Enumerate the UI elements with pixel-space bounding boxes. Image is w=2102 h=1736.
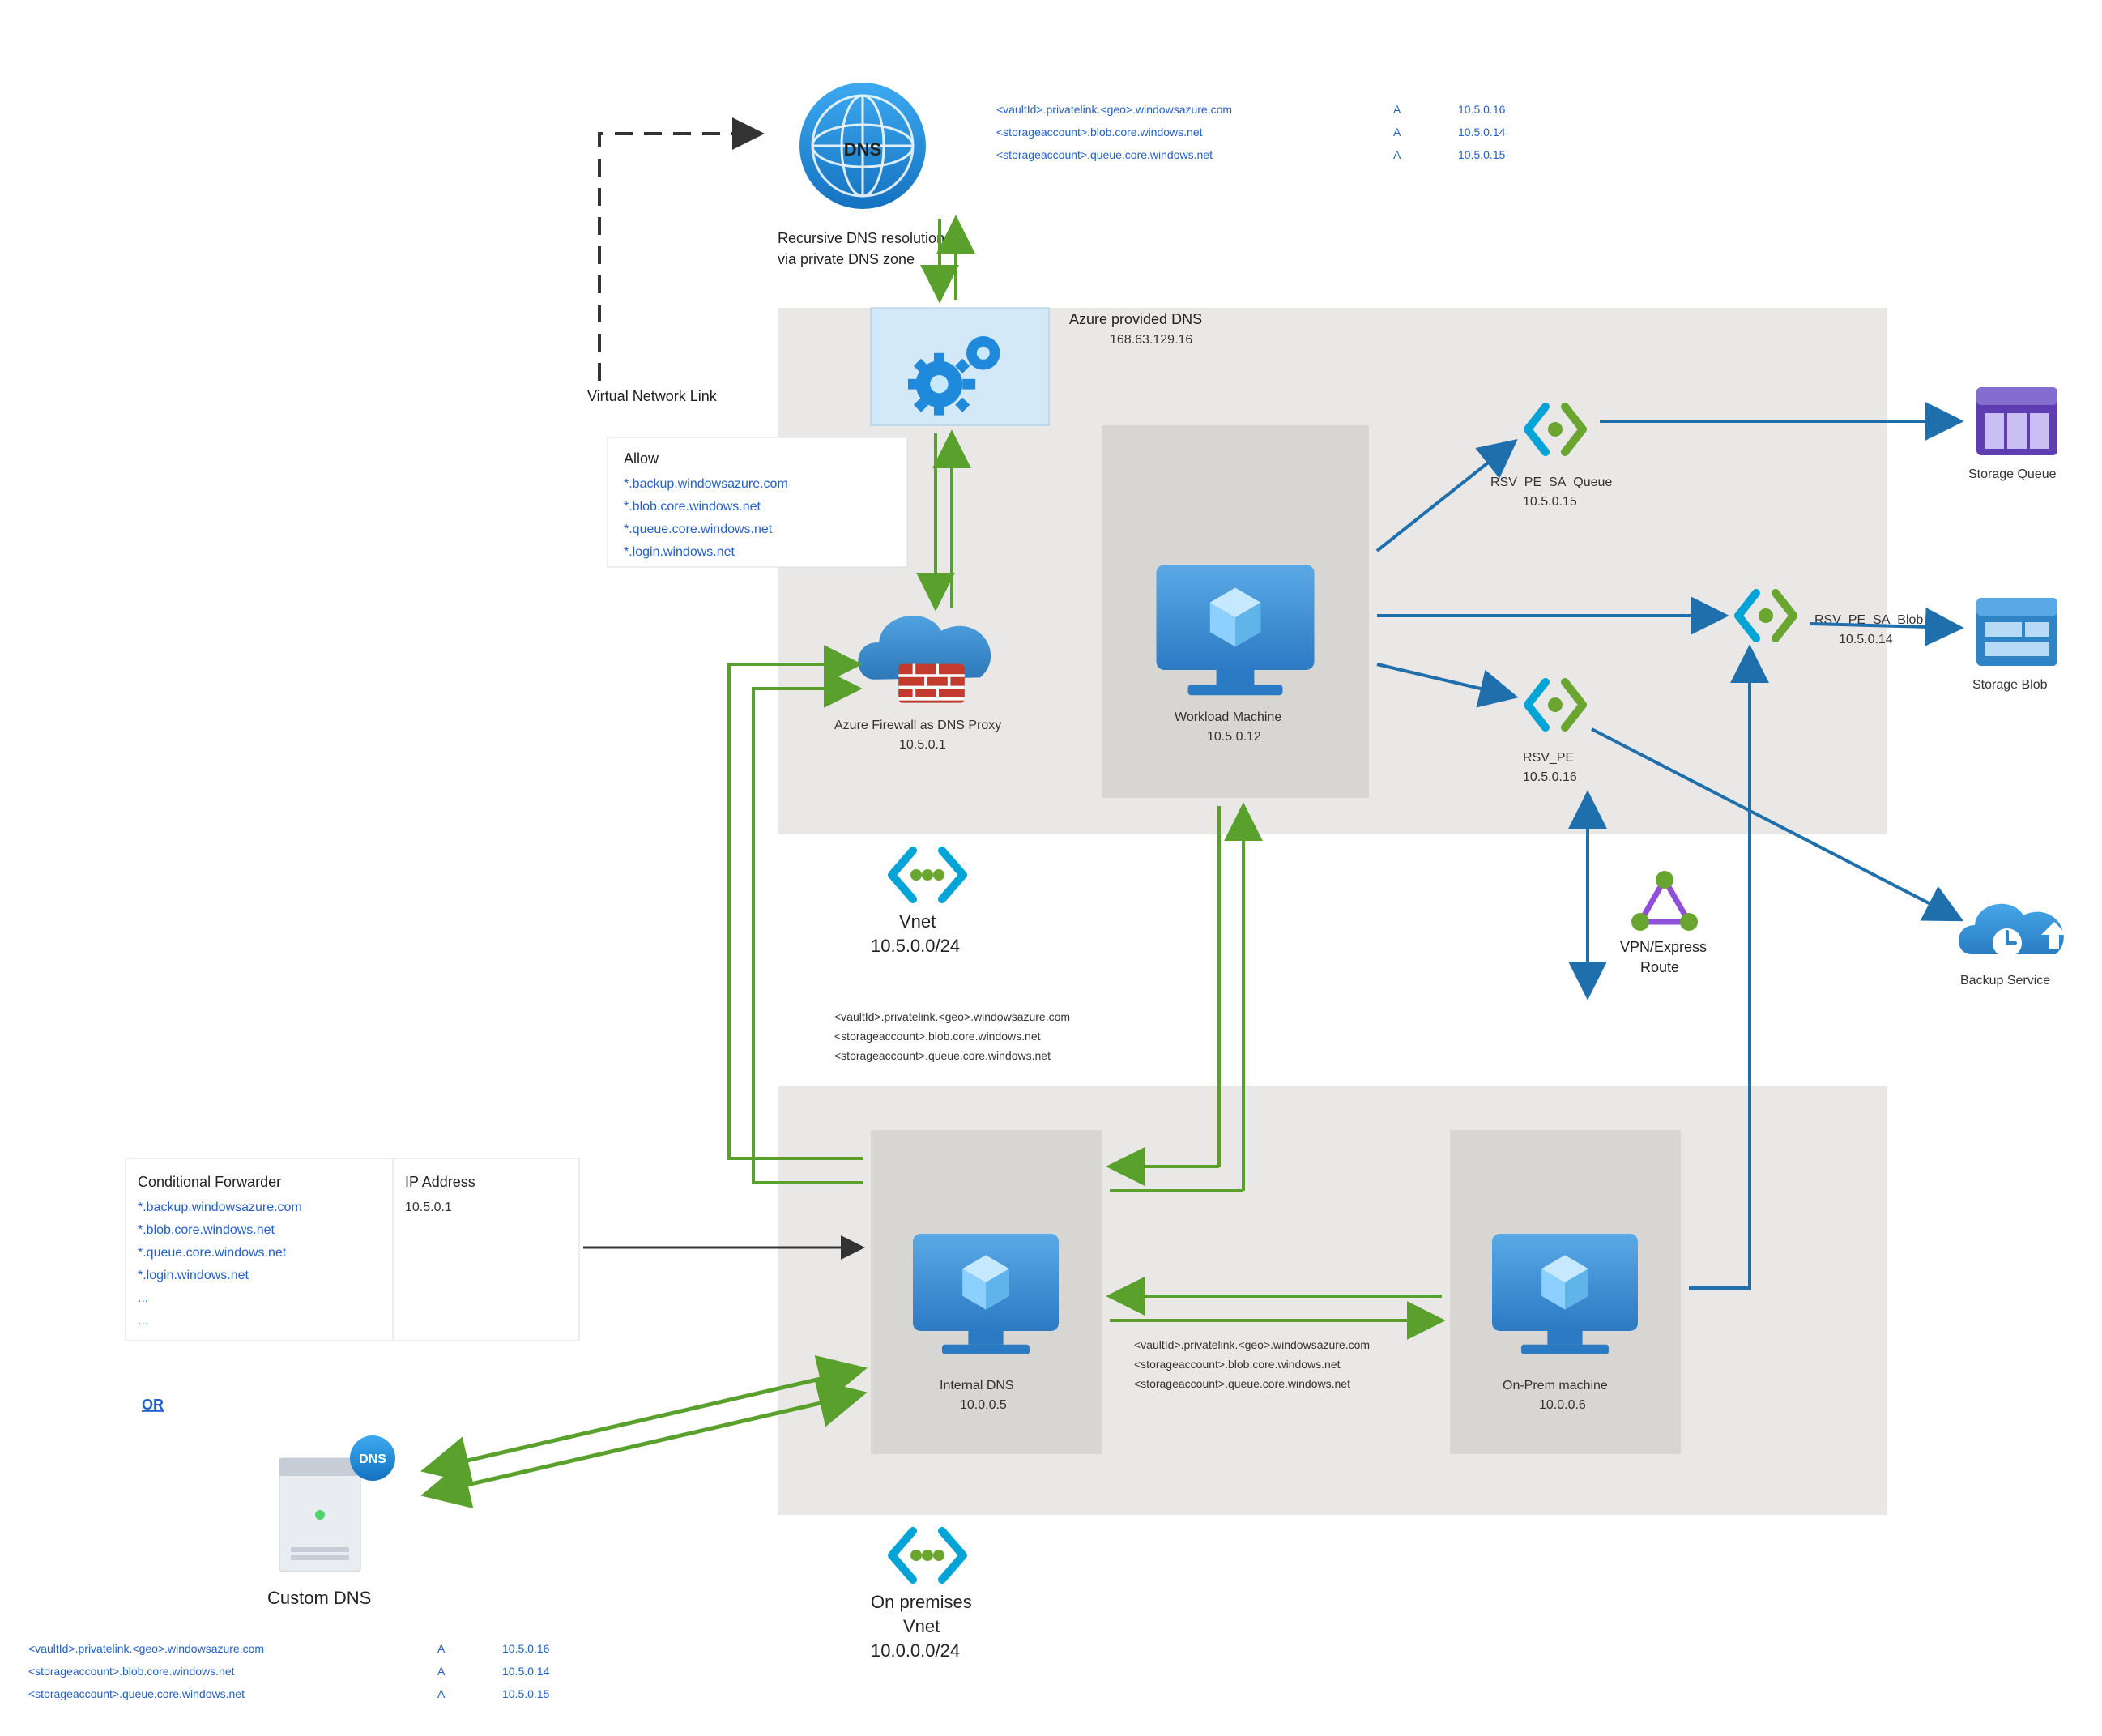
azure-dns-ip: 168.63.129.16 — [1110, 333, 1192, 347]
allow-item: *.login.windows.net — [624, 545, 735, 559]
svg-text:10.5.0.14: 10.5.0.14 — [1458, 126, 1506, 139]
svg-text:10.5.0.14: 10.5.0.14 — [502, 1665, 550, 1678]
onprem-machine-ip: 10.0.0.6 — [1539, 1398, 1586, 1412]
vnet-label: Vnet — [899, 911, 936, 932]
pe-blob-ip: 10.5.0.14 — [1839, 633, 1893, 646]
allow-item: *.backup.windowsazure.com — [624, 477, 788, 491]
svg-text:A: A — [1393, 103, 1401, 116]
vnet-icon — [892, 851, 963, 899]
svg-text:A: A — [437, 1665, 446, 1678]
onprem-vnet-label2: Vnet — [903, 1616, 940, 1636]
svg-text:10.5.0.15: 10.5.0.15 — [1458, 148, 1506, 161]
custom-dns-label: Custom DNS — [267, 1588, 371, 1608]
vpn-icon — [1631, 871, 1698, 931]
azure-dns-title: Azure provided DNS — [1069, 311, 1202, 327]
cond-fwd-item: *.queue.core.windows.net — [138, 1246, 287, 1260]
svg-text:<storageaccount>.queue.core.wi: <storageaccount>.queue.core.windows.net — [834, 1049, 1051, 1062]
custom-dns-badge-icon — [350, 1435, 395, 1481]
allow-item: *.blob.core.windows.net — [624, 500, 761, 514]
dns-records-bottom: <vaultId>.privatelink.<geo>.windowsazure… — [28, 1642, 550, 1700]
svg-text:A: A — [1393, 148, 1401, 161]
cond-fwd-item: *.blob.core.windows.net — [138, 1223, 275, 1237]
vnet-cidr: 10.5.0.0/24 — [871, 936, 960, 956]
svg-text:<storageaccount>.blob.core.win: <storageaccount>.blob.core.windows.net — [1134, 1358, 1341, 1371]
onprem-records: <vaultId>.privatelink.<geo>.windowsazure… — [1134, 1338, 1370, 1390]
mid-records: <vaultId>.privatelink.<geo>.windowsazure… — [834, 1010, 1070, 1062]
svg-text:<storageaccount>.queue.core.wi: <storageaccount>.queue.core.windows.net — [28, 1687, 245, 1700]
svg-text:<storageaccount>.queue.core.wi: <storageaccount>.queue.core.windows.net — [996, 148, 1213, 161]
cond-fwd-item: *.backup.windowsazure.com — [138, 1201, 302, 1214]
vpn-label-l1: VPN/Express — [1620, 939, 1707, 955]
workload-label: Workload Machine — [1175, 710, 1281, 724]
cond-fwd-ip: 10.5.0.1 — [405, 1201, 452, 1214]
pe-rsv-label: RSV_PE — [1523, 751, 1574, 765]
vpn-label-l2: Route — [1640, 959, 1679, 975]
storage-queue-label: Storage Queue — [1968, 467, 2057, 481]
svg-text:<vaultId>.privatelink.<geo>.wi: <vaultId>.privatelink.<geo>.windowsazure… — [834, 1010, 1070, 1023]
dns-caption-l2: via private DNS zone — [778, 251, 915, 267]
onprem-vnet-icon — [892, 1531, 963, 1580]
svg-text:<vaultId>.privatelink.<geo>.wi: <vaultId>.privatelink.<geo>.windowsazure… — [1134, 1338, 1370, 1351]
cond-fwd-ip-title: IP Address — [405, 1174, 475, 1190]
svg-text:<vaultId>.privatelink.<geo>.wi: <vaultId>.privatelink.<geo>.windowsazure… — [28, 1642, 264, 1655]
svg-text:<storageaccount>.blob.core.win: <storageaccount>.blob.core.windows.net — [996, 126, 1203, 139]
allow-title: Allow — [624, 450, 659, 467]
dns-globe-icon — [799, 83, 926, 209]
svg-text:<storageaccount>.blob.core.win: <storageaccount>.blob.core.windows.net — [834, 1030, 1041, 1043]
backup-service-label: Backup Service — [1960, 974, 2050, 987]
svg-text:A: A — [437, 1642, 446, 1655]
cond-fwd-title: Conditional Forwarder — [138, 1174, 281, 1190]
storage-blob-label: Storage Blob — [1972, 678, 2048, 692]
cond-fwd-item: ... — [138, 1291, 148, 1305]
pe-queue-label: RSV_PE_SA_Queue — [1490, 476, 1612, 489]
svg-text:<storageaccount>.blob.core.win: <storageaccount>.blob.core.windows.net — [28, 1665, 235, 1678]
svg-text:A: A — [1393, 126, 1401, 139]
or-label: OR — [142, 1397, 164, 1413]
svg-text:10.5.0.16: 10.5.0.16 — [1458, 103, 1506, 116]
pe-rsv-ip: 10.5.0.16 — [1523, 770, 1577, 784]
internal-dns-ip: 10.0.0.5 — [960, 1398, 1007, 1412]
workload-ip: 10.5.0.12 — [1207, 730, 1261, 744]
firewall-label: Azure Firewall as DNS Proxy — [834, 719, 1001, 732]
dns-caption-l1: Recursive DNS resolution — [778, 230, 944, 246]
storage-queue-icon — [1976, 387, 2057, 455]
vnl-label: Virtual Network Link — [587, 388, 718, 404]
custom-dns-server-icon — [279, 1458, 360, 1572]
svg-text:<vaultId>.privatelink.<geo>.wi: <vaultId>.privatelink.<geo>.windowsazure… — [996, 103, 1232, 116]
virtual-network-link: Virtual Network Link — [587, 134, 761, 404]
onprem-vnet-label: On premises — [871, 1592, 972, 1612]
cond-fwd-item: *.login.windows.net — [138, 1269, 249, 1282]
allow-item: *.queue.core.windows.net — [624, 523, 773, 536]
backup-service-icon — [1959, 904, 2067, 958]
dns-records-top: <vaultId>.privatelink.<geo>.windowsazure… — [996, 103, 1506, 161]
svg-text:A: A — [437, 1687, 446, 1700]
svg-text:10.5.0.15: 10.5.0.15 — [502, 1687, 550, 1700]
firewall-ip: 10.5.0.1 — [899, 738, 946, 752]
onprem-vnet-cidr: 10.0.0.0/24 — [871, 1640, 960, 1661]
internal-dns-label: Internal DNS — [940, 1379, 1014, 1393]
svg-text:10.5.0.16: 10.5.0.16 — [502, 1642, 550, 1655]
onprem-machine-label: On-Prem machine — [1503, 1379, 1608, 1393]
storage-blob-icon — [1976, 598, 2057, 666]
cond-fwd-item: ... — [138, 1314, 148, 1328]
pe-queue-ip: 10.5.0.15 — [1523, 495, 1577, 509]
svg-text:<storageaccount>.queue.core.wi: <storageaccount>.queue.core.windows.net — [1134, 1377, 1350, 1390]
